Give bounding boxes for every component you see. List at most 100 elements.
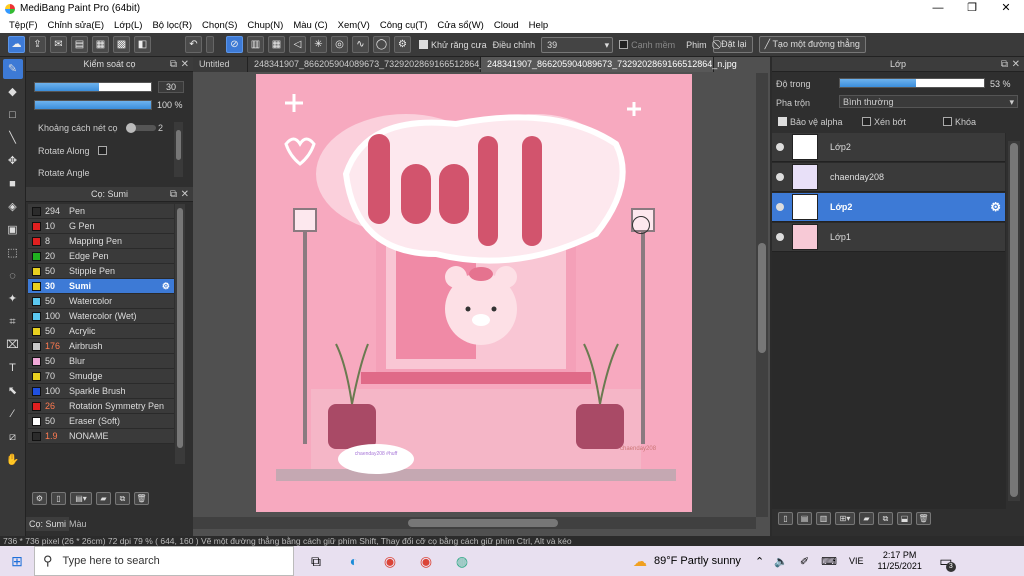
brush-opacity-slider[interactable] bbox=[34, 100, 152, 110]
straight-line-button[interactable]: ╱ Tạo một đường thẳng bbox=[758, 36, 866, 53]
brush-item[interactable]: 50 Eraser (Soft) bbox=[28, 414, 174, 429]
brush-item[interactable]: 30 Sumi ⚙ bbox=[28, 279, 174, 294]
brush-item[interactable]: 100 Sparkle Brush bbox=[28, 384, 174, 399]
brush-item[interactable]: 50 Stipple Pen bbox=[28, 264, 174, 279]
blend-mode-select[interactable]: Bình thường ▾ bbox=[839, 95, 1018, 108]
menu-view[interactable]: Xem(V) bbox=[333, 20, 375, 31]
menu-edit[interactable]: Chỉnh sửa(E) bbox=[43, 20, 110, 31]
menu-help[interactable]: Help bbox=[524, 20, 554, 31]
delete-icon[interactable]: 🗑 bbox=[134, 492, 149, 505]
layer-opacity-slider[interactable] bbox=[839, 78, 985, 88]
document-icon[interactable]: ▤ bbox=[71, 36, 88, 53]
snap-off-icon[interactable]: ⊘ bbox=[226, 36, 243, 53]
move-tool-icon[interactable]: ✥ bbox=[3, 151, 23, 171]
menu-color[interactable]: Màu (C) bbox=[288, 20, 332, 31]
menu-select[interactable]: Chọn(S) bbox=[197, 20, 242, 31]
layer-row[interactable]: Lớp1 bbox=[772, 223, 1005, 252]
close-button[interactable]: ✕ bbox=[989, 0, 1023, 17]
brush-control-scrollbar[interactable] bbox=[174, 122, 183, 177]
visibility-icon[interactable] bbox=[776, 173, 784, 181]
task-view-icon[interactable]: ⧉ bbox=[302, 547, 330, 575]
divide-tool-icon[interactable]: ⧄ bbox=[3, 427, 23, 447]
menu-tools[interactable]: Công cụ(T) bbox=[375, 20, 433, 31]
rotate-along-checkbox[interactable] bbox=[98, 146, 110, 156]
soft-edge-checkbox[interactable]: Cạnh mềm bbox=[619, 39, 675, 50]
select-rect-icon[interactable]: ⬚ bbox=[3, 243, 23, 263]
operation-tool-icon[interactable]: ⬉ bbox=[3, 381, 23, 401]
edge-icon[interactable]: ◐ bbox=[340, 547, 368, 575]
eyedropper-icon[interactable]: ⁄ bbox=[3, 404, 23, 424]
reset-button[interactable]: ⃠ Đặt lại bbox=[712, 36, 753, 53]
visibility-icon[interactable] bbox=[776, 233, 784, 241]
speaker-icon[interactable]: 🔈 bbox=[774, 555, 788, 568]
chevron-up-icon[interactable]: ⌃ bbox=[755, 555, 764, 568]
antialias-checkbox[interactable]: Khử răng cưa bbox=[419, 39, 487, 50]
tab-brush[interactable]: Cọ: Sumi bbox=[26, 517, 70, 531]
undock-icon[interactable]: ⧉ bbox=[1001, 57, 1008, 72]
close-icon[interactable]: ✕ bbox=[1012, 57, 1020, 72]
delete-layer-icon[interactable]: 🗑 bbox=[916, 512, 931, 525]
menu-capture[interactable]: Chup(N) bbox=[242, 20, 288, 31]
folder-icon[interactable]: ▰ bbox=[96, 492, 111, 505]
undo-dropdown-icon[interactable] bbox=[206, 36, 214, 53]
brush-size-value[interactable]: 30 bbox=[158, 81, 184, 93]
magic-wand-icon[interactable]: ✦ bbox=[3, 289, 23, 309]
grid-icon[interactable]: ▩ bbox=[113, 36, 130, 53]
pen-tool-icon[interactable]: ╲ bbox=[3, 128, 23, 148]
adjust-select[interactable]: 39 ▾ bbox=[541, 36, 614, 53]
curve-snap-icon[interactable]: ∿ bbox=[352, 36, 369, 53]
menu-file[interactable]: Tệp(F) bbox=[4, 20, 43, 31]
brush-item[interactable]: 1.9 NONAME bbox=[28, 429, 174, 444]
brush-item[interactable]: 50 Acrylic bbox=[28, 324, 174, 339]
tab-untitled[interactable]: Untitled bbox=[193, 57, 248, 72]
chrome-profile-icon[interactable]: ◉ bbox=[412, 547, 440, 575]
undock-icon[interactable]: ⧉ bbox=[170, 187, 177, 202]
maximize-button[interactable]: ❐ bbox=[955, 0, 989, 17]
brush-item[interactable]: 26 Rotation Symmetry Pen bbox=[28, 399, 174, 414]
artwork-canvas[interactable]: chaenday208 #huff chaenday208 bbox=[256, 74, 692, 512]
chrome-icon[interactable]: ◉ bbox=[376, 547, 404, 575]
new-brush-icon[interactable]: ▯ bbox=[51, 492, 66, 505]
clock[interactable]: 2:17 PM 11/25/2021 bbox=[877, 550, 921, 572]
brush-item[interactable]: 8 Mapping Pen bbox=[28, 234, 174, 249]
menu-window[interactable]: Cửa sổ(W) bbox=[432, 20, 488, 31]
share-icon[interactable]: ⇪ bbox=[29, 36, 46, 53]
language-indicator[interactable]: VIE bbox=[849, 556, 864, 566]
layer-row[interactable]: Lớp2 bbox=[772, 133, 1005, 162]
gear-icon[interactable]: ⚙ bbox=[990, 200, 1001, 214]
gradient-icon[interactable]: ▣ bbox=[3, 220, 23, 240]
vanishing-snap-icon[interactable]: ◁ bbox=[289, 36, 306, 53]
search-box[interactable]: ⚲ Type here to search bbox=[34, 546, 294, 576]
canvas-hscrollbar[interactable] bbox=[193, 517, 756, 529]
text-tool-icon[interactable]: T bbox=[3, 358, 23, 378]
close-icon[interactable]: ✕ bbox=[181, 187, 189, 202]
fill-rect-icon[interactable]: ■ bbox=[3, 174, 23, 194]
minimize-button[interactable]: — bbox=[921, 0, 955, 17]
brush-options-icon[interactable]: ▤▾ bbox=[70, 492, 92, 505]
menu-layer[interactable]: Lớp(L) bbox=[109, 20, 147, 31]
lasso-icon[interactable]: ◌ bbox=[3, 266, 23, 286]
windows-start-icon[interactable]: ⊞ bbox=[0, 547, 34, 575]
pen-icon[interactable]: ✐ bbox=[800, 555, 809, 568]
folder-icon[interactable]: ▰ bbox=[859, 512, 874, 525]
clipping-checkbox[interactable]: Xén bớt bbox=[862, 117, 906, 127]
circle-snap-icon[interactable]: ◎ bbox=[331, 36, 348, 53]
visibility-icon[interactable] bbox=[776, 143, 784, 151]
cross-snap-icon[interactable]: ▦ bbox=[268, 36, 285, 53]
brush-item[interactable]: 176 Airbrush bbox=[28, 339, 174, 354]
brush-item[interactable]: 50 Blur bbox=[28, 354, 174, 369]
page-icon[interactable]: ▦ bbox=[92, 36, 109, 53]
brush-size-slider[interactable] bbox=[34, 82, 152, 92]
visibility-icon[interactable] bbox=[776, 203, 784, 211]
add-brush-icon[interactable]: ⚙ bbox=[32, 492, 47, 505]
merge-layer-icon[interactable]: ⬓ bbox=[897, 512, 912, 525]
menu-filter[interactable]: Bộ lọc(R) bbox=[147, 20, 197, 31]
protect-alpha-checkbox[interactable]: Bảo vệ alpha bbox=[778, 117, 843, 127]
palette-icon[interactable]: ◧ bbox=[134, 36, 151, 53]
keyboard-icon[interactable]: ⌨ bbox=[821, 555, 837, 568]
tab-image-2[interactable]: 248341907_866205904089673_73292028691665… bbox=[481, 57, 737, 72]
brush-item[interactable]: 10 G Pen bbox=[28, 219, 174, 234]
new-halftone-layer-icon[interactable]: ▤ bbox=[797, 512, 812, 525]
brush-item[interactable]: 50 Watercolor bbox=[28, 294, 174, 309]
canvas-vscrollbar[interactable] bbox=[756, 73, 768, 517]
